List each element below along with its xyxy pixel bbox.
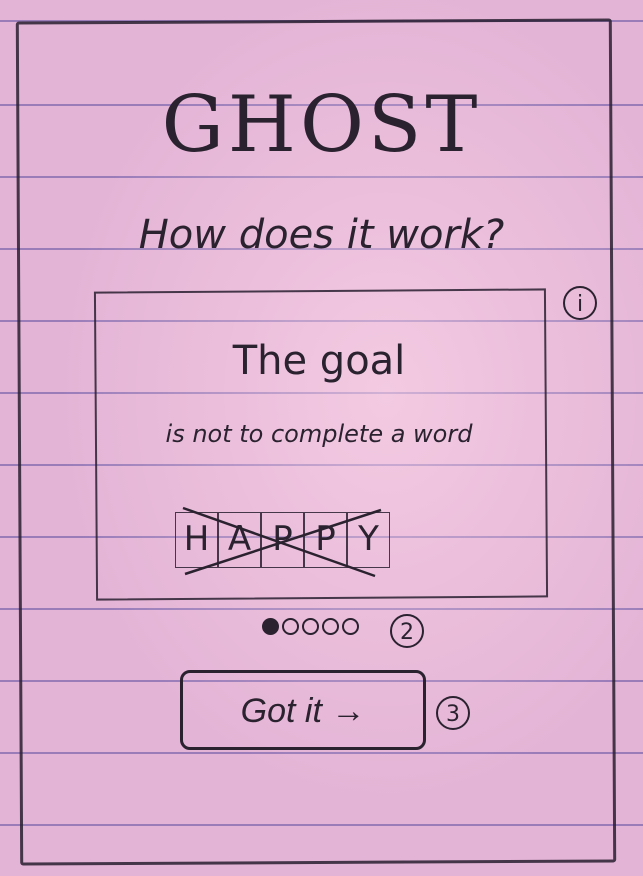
page-indicator[interactable] [262,618,359,635]
page-dot-active[interactable] [262,618,279,635]
card-heading: The goal [232,338,406,384]
got-it-button[interactable]: Got it → [180,670,426,750]
info-callout: i [563,286,597,320]
card-body: is not to complete a word [165,420,473,448]
strike-out-cross [182,506,382,578]
page-dot[interactable] [302,618,319,635]
page-dot[interactable] [342,618,359,635]
pager-callout: 2 [390,614,424,648]
page-dot[interactable] [322,618,339,635]
app-title: GHOST [161,80,482,170]
page-dot[interactable] [282,618,299,635]
intro-heading: How does it work? [138,212,505,258]
button-callout: 3 [436,696,470,730]
